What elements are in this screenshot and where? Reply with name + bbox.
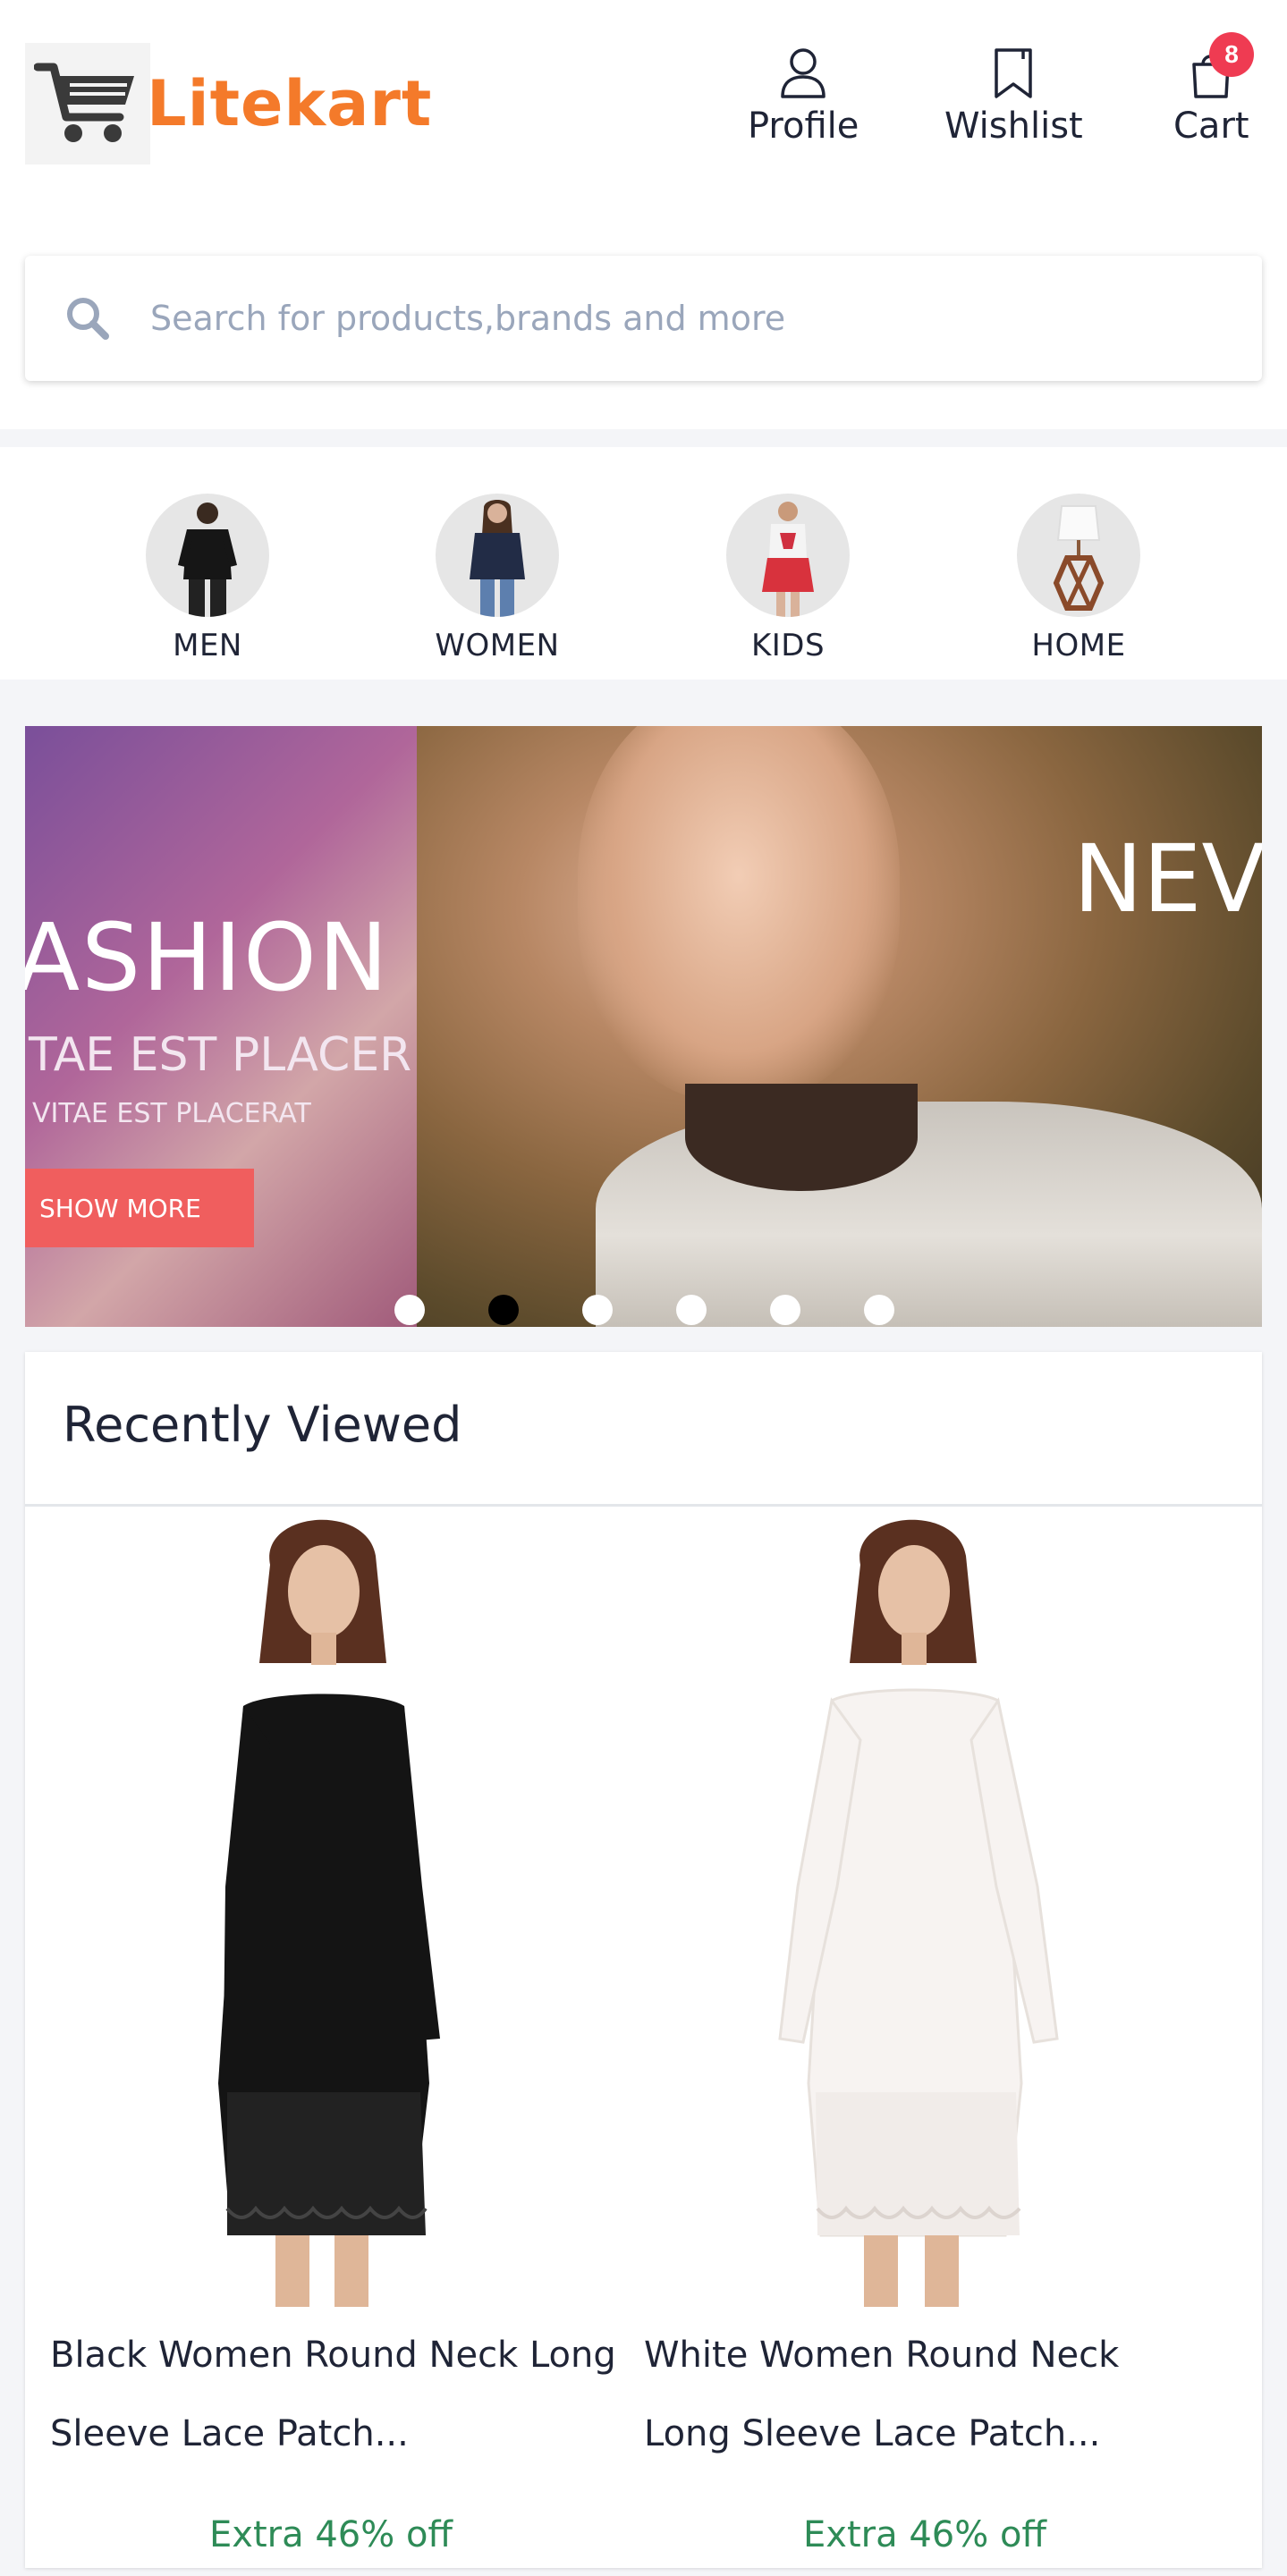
category-men[interactable]: MEN bbox=[118, 494, 297, 663]
product-card[interactable]: White Women Round Neck Long Sleeve Lace … bbox=[630, 1511, 1220, 2566]
shopping-cart-icon bbox=[25, 43, 150, 165]
profile-button[interactable]: Profile bbox=[748, 46, 859, 147]
category-women[interactable]: WOMEN bbox=[408, 494, 587, 663]
carousel-dot[interactable] bbox=[582, 1295, 613, 1325]
banner-right-text: NEV bbox=[1073, 824, 1262, 933]
carousel-dot[interactable] bbox=[770, 1295, 800, 1325]
kids-avatar bbox=[726, 494, 850, 617]
cart-count-badge: 8 bbox=[1209, 32, 1254, 77]
header: Litekart Profile Wishlist Cart 8 bbox=[0, 0, 1287, 429]
carousel-dot[interactable] bbox=[864, 1295, 894, 1325]
recently-viewed-section: Recently Viewed Black Women Round Neck L… bbox=[25, 1352, 1262, 2568]
model-photo bbox=[578, 726, 900, 1102]
women-avatar bbox=[436, 494, 559, 617]
banner-small-text: VITAE EST PLACERAT bbox=[32, 1098, 311, 1129]
category-home[interactable]: HOME bbox=[989, 494, 1168, 663]
product-offer: Extra 46% off bbox=[209, 2514, 453, 2555]
category-label: MEN bbox=[173, 628, 242, 663]
lamp-avatar bbox=[1017, 494, 1140, 617]
wishlist-button[interactable]: Wishlist bbox=[944, 46, 1083, 147]
category-label: WOMEN bbox=[435, 628, 560, 663]
category-label: HOME bbox=[1031, 628, 1126, 663]
category-kids[interactable]: KIDS bbox=[699, 494, 877, 663]
carousel-dot[interactable] bbox=[394, 1295, 425, 1325]
category-label: KIDS bbox=[750, 628, 826, 663]
men-avatar bbox=[146, 494, 269, 617]
search-icon bbox=[25, 293, 150, 343]
divider bbox=[25, 1504, 1262, 1507]
banner-headline: ASHION 2 bbox=[25, 903, 482, 1012]
carousel-dot-active[interactable] bbox=[488, 1295, 519, 1325]
profile-label: Profile bbox=[748, 106, 859, 147]
promo-banner-carousel[interactable]: ASHION 2 TAE EST PLACER VITAE EST PLACER… bbox=[25, 726, 1262, 1327]
user-icon bbox=[781, 48, 826, 98]
product-offer: Extra 46% off bbox=[803, 2514, 1046, 2555]
cart-label: Cart bbox=[1173, 106, 1249, 147]
brand-logo[interactable]: Litekart bbox=[25, 43, 432, 165]
section-title: Recently Viewed bbox=[63, 1397, 462, 1453]
show-more-button[interactable]: SHOW MORE bbox=[25, 1169, 254, 1247]
product-name[interactable]: White Women Round Neck Long Sleeve Lace … bbox=[644, 2316, 1216, 2473]
product-image-black-dress bbox=[218, 1519, 440, 2307]
search-bar[interactable] bbox=[25, 256, 1262, 381]
banner-subline: TAE EST PLACER bbox=[29, 1028, 412, 1082]
product-image-white-dress bbox=[778, 1519, 1059, 2307]
banner-slide-right bbox=[417, 726, 1262, 1327]
collar-shape bbox=[685, 1084, 918, 1191]
banner-slide-left: ASHION 2 TAE EST PLACER VITAE EST PLACER… bbox=[25, 726, 480, 1327]
category-strip: MEN WOMEN KIDS HOME bbox=[0, 447, 1287, 680]
wishlist-label: Wishlist bbox=[944, 106, 1083, 147]
bookmark-icon bbox=[995, 48, 1033, 98]
product-name[interactable]: Black Women Round Neck Long Sleeve Lace … bbox=[50, 2316, 622, 2473]
product-card[interactable]: Black Women Round Neck Long Sleeve Lace … bbox=[36, 1511, 626, 2566]
brand-name: Litekart bbox=[147, 67, 433, 140]
carousel-dots bbox=[0, 1295, 1287, 1325]
search-input[interactable] bbox=[150, 299, 1223, 338]
carousel-dot[interactable] bbox=[676, 1295, 707, 1325]
